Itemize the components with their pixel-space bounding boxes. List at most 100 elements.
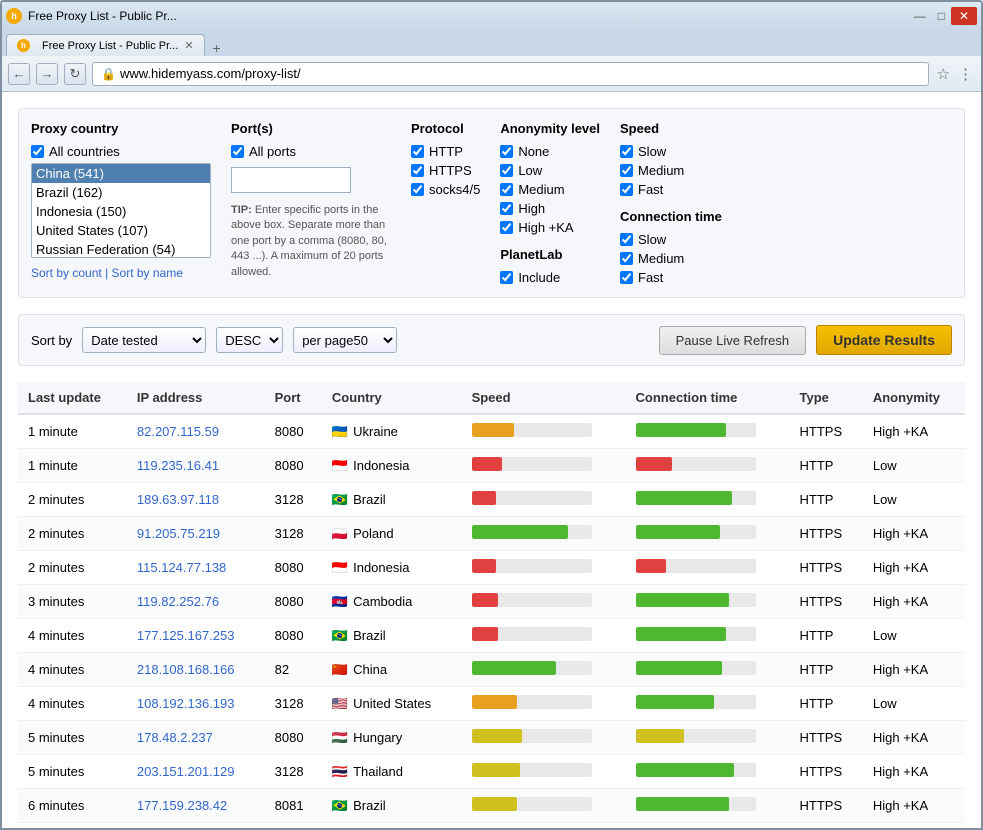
cell-country: 🇨🇳China — [322, 653, 462, 687]
ip-link[interactable]: 177.125.167.253 — [137, 628, 235, 643]
conn-bar-container — [636, 593, 756, 607]
new-tab-btn[interactable]: + — [209, 40, 225, 56]
table-row: 5 minutes 203.151.201.129 3128 🇹🇭Thailan… — [18, 755, 965, 789]
speed-bar-container — [472, 661, 592, 675]
ip-link[interactable]: 203.151.201.129 — [137, 764, 235, 779]
menu-icon[interactable]: ⋮ — [956, 63, 975, 85]
cell-port: 3128 — [265, 517, 322, 551]
ip-link[interactable]: 119.235.16.41 — [137, 458, 219, 473]
sort-bar: Sort by Date tested IP address Port Coun… — [18, 314, 965, 366]
ip-link[interactable]: 218.108.168.166 — [137, 662, 235, 677]
forward-button[interactable]: → — [36, 63, 58, 85]
speed-slow-checkbox[interactable] — [620, 145, 633, 158]
all-countries-checkbox[interactable] — [31, 145, 44, 158]
conn-fast: Fast — [620, 270, 722, 285]
protocol-https: HTTPS — [411, 163, 480, 178]
conn-medium: Medium — [620, 251, 722, 266]
cell-conn-time — [626, 449, 790, 483]
https-label: HTTPS — [429, 163, 472, 178]
speed-fast-checkbox[interactable] — [620, 183, 633, 196]
protocol-title: Protocol — [411, 121, 480, 136]
conn-bar-container — [636, 763, 756, 777]
speed-medium-checkbox[interactable] — [620, 164, 633, 177]
table-row: 2 minutes 91.205.75.219 3128 🇵🇱Poland HT… — [18, 517, 965, 551]
ip-link[interactable]: 108.192.136.193 — [137, 696, 235, 711]
anon-high-checkbox[interactable] — [500, 202, 513, 215]
conn-bar-container — [636, 627, 756, 641]
per-page-select[interactable]: per page10 per page20 per page50 per pag… — [293, 327, 397, 353]
cell-anonymity: High +KA — [863, 551, 965, 585]
cell-last-update: 4 minutes — [18, 619, 127, 653]
ip-link[interactable]: 82.207.115.59 — [137, 424, 219, 439]
cell-speed — [462, 517, 626, 551]
cell-conn-time — [626, 414, 790, 449]
socks-checkbox[interactable] — [411, 183, 424, 196]
cell-type: HTTPS — [790, 517, 863, 551]
cell-ip: 108.192.136.193 — [127, 687, 265, 721]
cell-anonymity: High +KA — [863, 517, 965, 551]
minimize-btn[interactable]: — — [908, 7, 932, 25]
cell-speed — [462, 619, 626, 653]
anon-high: High — [500, 201, 600, 216]
anon-medium-checkbox[interactable] — [500, 183, 513, 196]
anon-high-label: High — [518, 201, 545, 216]
sort-order-select[interactable]: DESC ASC — [216, 327, 283, 353]
sort-by-select[interactable]: Date tested IP address Port Country Spee… — [82, 327, 206, 353]
speed-bar-fill — [472, 695, 518, 709]
tab-close-icon[interactable]: ✕ — [184, 39, 193, 52]
ports-title: Port(s) — [231, 121, 391, 136]
https-checkbox[interactable] — [411, 164, 424, 177]
planetlab-checkbox[interactable] — [500, 271, 513, 284]
cell-conn-time — [626, 653, 790, 687]
cell-anonymity: High +KA — [863, 585, 965, 619]
conn-bar-container — [636, 457, 756, 471]
country-listbox[interactable]: China (541) Brazil (162) Indonesia (150)… — [31, 163, 211, 258]
titlebar: h Free Proxy List - Public Pr... — □ ✕ — [2, 2, 981, 30]
anon-highka-checkbox[interactable] — [500, 221, 513, 234]
anon-low-checkbox[interactable] — [500, 164, 513, 177]
conn-fast-checkbox[interactable] — [620, 271, 633, 284]
cell-last-update: 4 minutes — [18, 687, 127, 721]
ip-link[interactable]: 119.82.252.76 — [137, 594, 219, 609]
speed-bar-container — [472, 525, 592, 539]
star-icon[interactable]: ☆ — [935, 63, 952, 85]
anon-none-checkbox[interactable] — [500, 145, 513, 158]
cell-conn-time — [626, 585, 790, 619]
active-tab[interactable]: h Free Proxy List - Public Pr... ✕ — [6, 34, 205, 56]
sort-by-name-link[interactable]: Sort by name — [112, 266, 183, 280]
ip-link[interactable]: 91.205.75.219 — [137, 526, 220, 541]
cell-port: 8080 — [265, 585, 322, 619]
refresh-button[interactable]: ↻ — [64, 63, 86, 85]
sort-by-count-link[interactable]: Sort by count — [31, 266, 102, 280]
port-tip: TIP: Enter specific ports in the above b… — [231, 203, 391, 280]
ip-link[interactable]: 115.124.77.138 — [137, 560, 226, 575]
cell-type: HTTP — [790, 687, 863, 721]
ip-link[interactable]: 189.63.97.118 — [137, 492, 219, 507]
ip-link[interactable]: 178.48.2.237 — [137, 730, 213, 745]
conn-time-title: Connection time — [620, 209, 722, 224]
cell-last-update: 2 minutes — [18, 517, 127, 551]
http-checkbox[interactable] — [411, 145, 424, 158]
ip-link[interactable]: 177.159.238.42 — [137, 798, 227, 813]
close-btn[interactable]: ✕ — [951, 7, 977, 25]
anon-none-label: None — [518, 144, 549, 159]
all-ports-checkbox[interactable] — [231, 145, 244, 158]
conn-slow-checkbox[interactable] — [620, 233, 633, 246]
update-results-button[interactable]: Update Results — [816, 325, 952, 355]
cell-country: 🇮🇩Indonesia — [322, 551, 462, 585]
port-input[interactable] — [231, 167, 351, 193]
speed-bar-container — [472, 423, 592, 437]
pause-refresh-button[interactable]: Pause Live Refresh — [659, 326, 806, 355]
maximize-btn[interactable]: □ — [932, 7, 951, 25]
cell-type: HTTP — [790, 619, 863, 653]
cell-last-update: 5 minutes — [18, 721, 127, 755]
conn-medium-checkbox[interactable] — [620, 252, 633, 265]
conn-bar-container — [636, 797, 756, 811]
page-scroll-area[interactable]: Proxy country All countries China (541) … — [2, 92, 981, 830]
cell-ip: 119.82.252.76 — [127, 585, 265, 619]
cell-last-update: 1 minute — [18, 414, 127, 449]
country-flag: 🇭🇺 — [332, 730, 348, 745]
back-button[interactable]: ← — [8, 63, 30, 85]
col-type: Type — [790, 382, 863, 414]
address-bar[interactable]: 🔒 www.hidemyass.com/proxy-list/ — [92, 62, 929, 86]
